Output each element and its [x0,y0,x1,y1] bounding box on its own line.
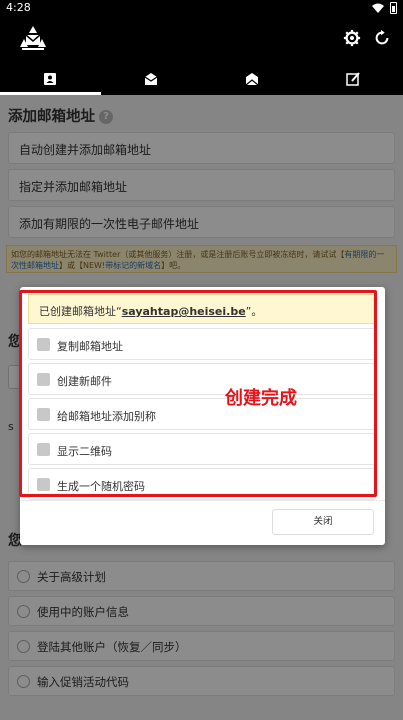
created-notice: 已创建邮箱地址“sayahtap@heisei.be”。 [28,294,376,324]
app-bar [0,16,403,62]
mail-icon [37,373,50,386]
status-bar: 4:28 [0,0,403,16]
wifi-icon [372,3,384,13]
address-created-dialog: 已创建邮箱地址“sayahtap@heisei.be”。 复制邮箱地址 创建新邮… [20,287,385,545]
tab-addresses[interactable] [0,62,101,95]
notice-suffix: ”。 [245,305,263,318]
copy-icon [37,338,50,351]
compose-icon [345,71,360,86]
tab-outbox[interactable] [202,62,303,95]
random-password-label: 生成一个随机密码 [57,480,145,493]
outbox-icon [245,72,259,85]
copy-address-label: 复制邮箱地址 [57,340,123,353]
tab-inbox[interactable] [101,62,202,95]
show-qr-label: 显示二维码 [57,445,112,458]
new-mail-option[interactable]: 创建新邮件 [28,363,376,395]
refresh-icon[interactable] [373,29,391,47]
close-button[interactable]: 关闭 [272,509,374,535]
lock-icon [37,478,50,491]
app-logo [20,26,46,50]
tag-icon [37,408,50,421]
created-email-address[interactable]: sayahtap@heisei.be [122,305,246,318]
status-icons [372,2,397,14]
battery-icon [390,2,397,14]
add-alias-option[interactable]: 给邮箱地址添加别称 [28,398,376,430]
dialog-divider [20,500,385,501]
status-time: 4:28 [6,1,31,14]
tab-compose[interactable] [302,62,403,95]
show-qr-option[interactable]: 显示二维码 [28,433,376,465]
add-alias-label: 给邮箱地址添加别称 [57,410,156,423]
qr-code-icon [37,443,50,456]
new-mail-label: 创建新邮件 [57,375,112,388]
copy-address-option[interactable]: 复制邮箱地址 [28,328,376,360]
address-book-icon [44,72,57,85]
random-password-option[interactable]: 生成一个随机密码 [28,468,376,500]
tab-bar [0,62,403,95]
notice-prefix: 已创建邮箱地址“ [39,305,122,318]
gear-icon[interactable] [343,29,361,47]
annotation-text: 创建完成 [225,388,297,409]
inbox-icon [144,72,158,85]
